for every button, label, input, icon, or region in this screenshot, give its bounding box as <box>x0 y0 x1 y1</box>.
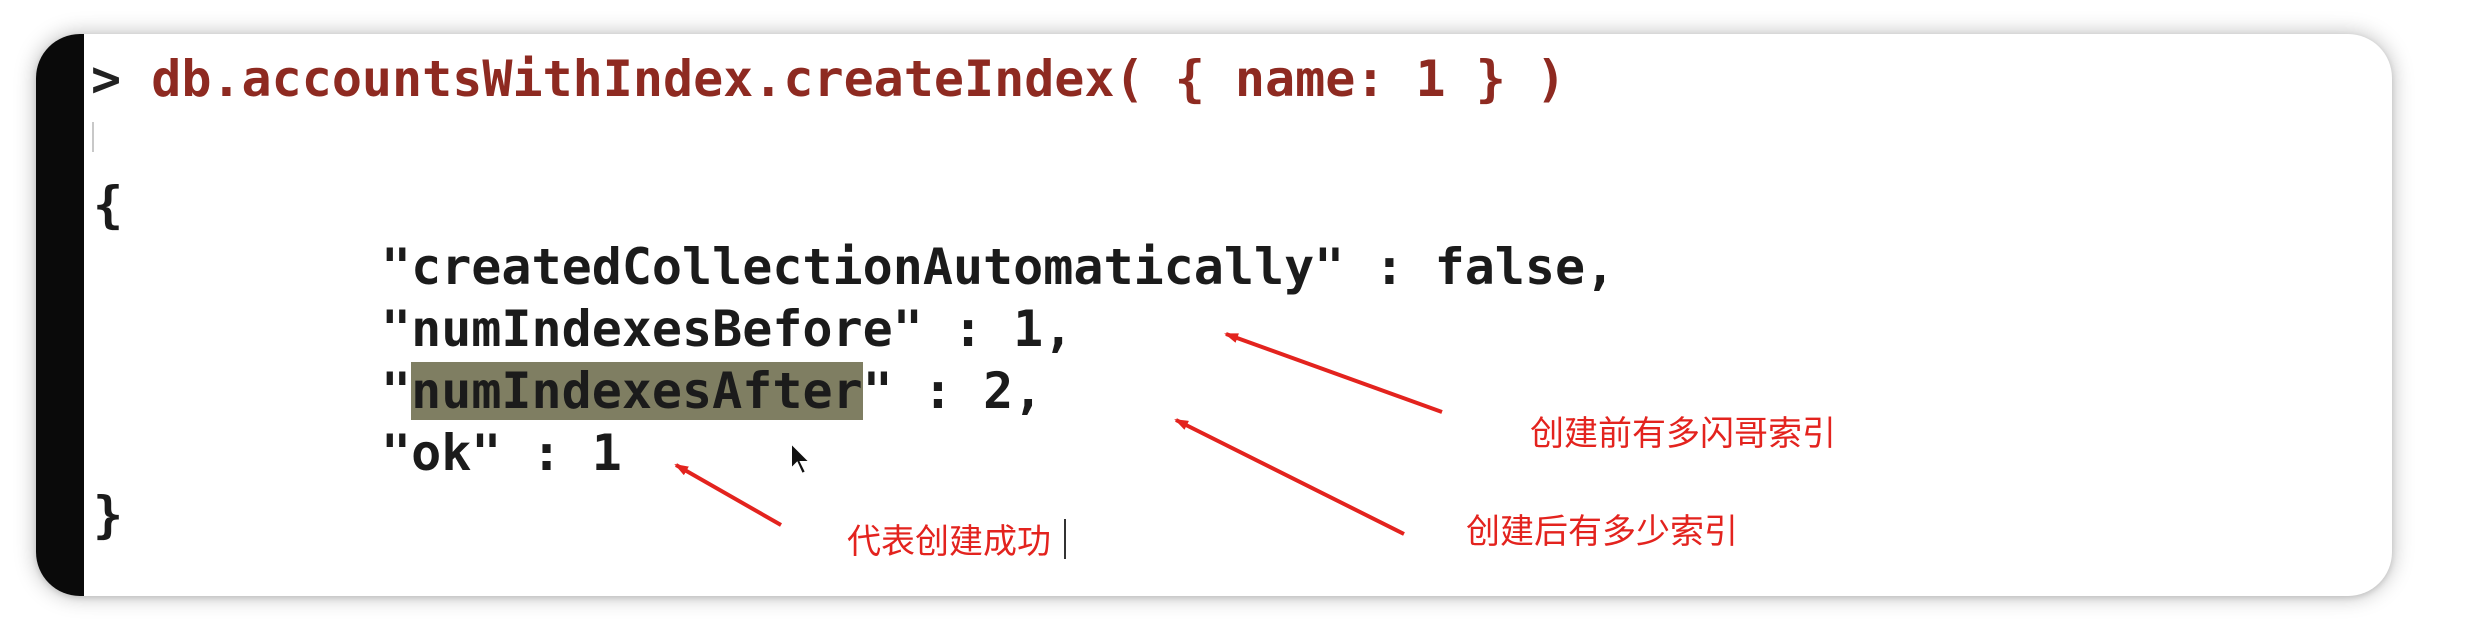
arrow-after <box>1174 418 1405 536</box>
arrow-ok <box>674 463 782 527</box>
screenshot-frame: > db.accountsWithIndex.createIndex( { na… <box>36 34 2392 596</box>
annotation-arrows <box>674 332 1443 536</box>
arrow-before <box>1224 332 1443 414</box>
